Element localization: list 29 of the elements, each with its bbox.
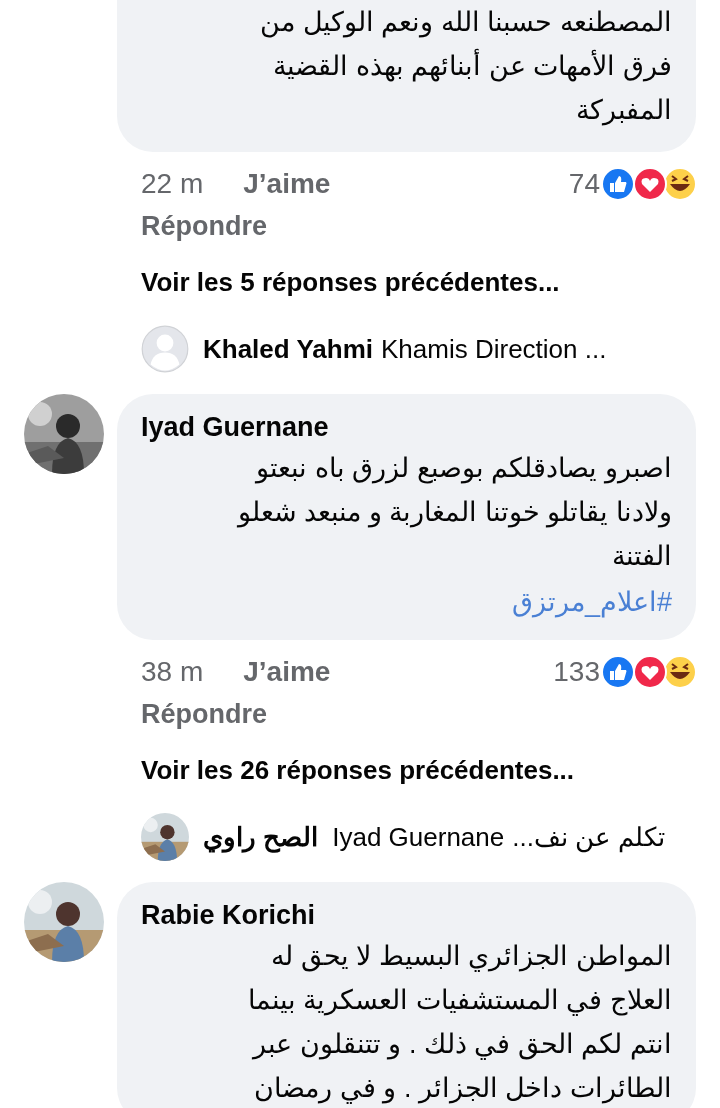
more-replies-link[interactable]: Voir les 5 réponses précédentes...	[141, 262, 560, 302]
default-avatar-icon	[141, 325, 189, 373]
reply-mention: Iyad Guernane	[332, 820, 505, 854]
like-link[interactable]: J’aime	[243, 163, 331, 205]
comment-text-line: ولادنا يقاتلو خوتنا المغاربة و منبعد شعلو	[238, 496, 672, 530]
comment-text-line: انتم لكم الحق في ذلك . و تتنقلون عبر	[253, 1028, 672, 1062]
comment-time: 22 m	[141, 167, 204, 201]
reply-link[interactable]: Répondre	[141, 694, 267, 734]
hashtag-link[interactable]: #اعلام_مرتزق	[511, 578, 672, 626]
comment-text-line: الطائرات داخل الجزائر . و في رمضان	[254, 1072, 672, 1106]
author-name[interactable]: Iyad Guernane	[141, 408, 672, 446]
comment-text-line: العلاج في المستشفيات العسكرية بينما	[248, 984, 672, 1018]
reaction-count: 133	[553, 655, 600, 689]
comment-text-line: الفتنة	[612, 540, 672, 573]
like-link[interactable]: J’aime	[243, 651, 331, 693]
more-replies-link[interactable]: Voir les 26 réponses précédentes...	[141, 750, 575, 790]
comment-text-line: المواطن الجزائري البسيط لا يحق له	[271, 940, 672, 974]
reply-snippet: تكلم عن نف...	[512, 820, 666, 855]
reply-snippet: Khamis Direction ...	[381, 332, 607, 366]
reply-link[interactable]: Répondre	[141, 206, 267, 246]
comment-text-line: المصطنعه حسبنا الله ونعم الوكيل من	[260, 6, 672, 40]
author-name[interactable]: Rabie Korichi	[141, 896, 672, 934]
comment-text-line: المفبركة	[576, 94, 672, 128]
reply-author[interactable]: Khaled Yahmi	[203, 329, 374, 369]
comment-text-line: فرق الأمهات عن أبنائهم بهذه القضية	[273, 44, 672, 88]
reply-author[interactable]: الصح راوي	[203, 817, 319, 857]
comment-time: 38 m	[141, 655, 204, 689]
comment-text-line: اصبرو يصادقلكم بوصبع لزرق باه نبعتو	[256, 452, 672, 486]
reaction-count: 74	[568, 167, 600, 201]
